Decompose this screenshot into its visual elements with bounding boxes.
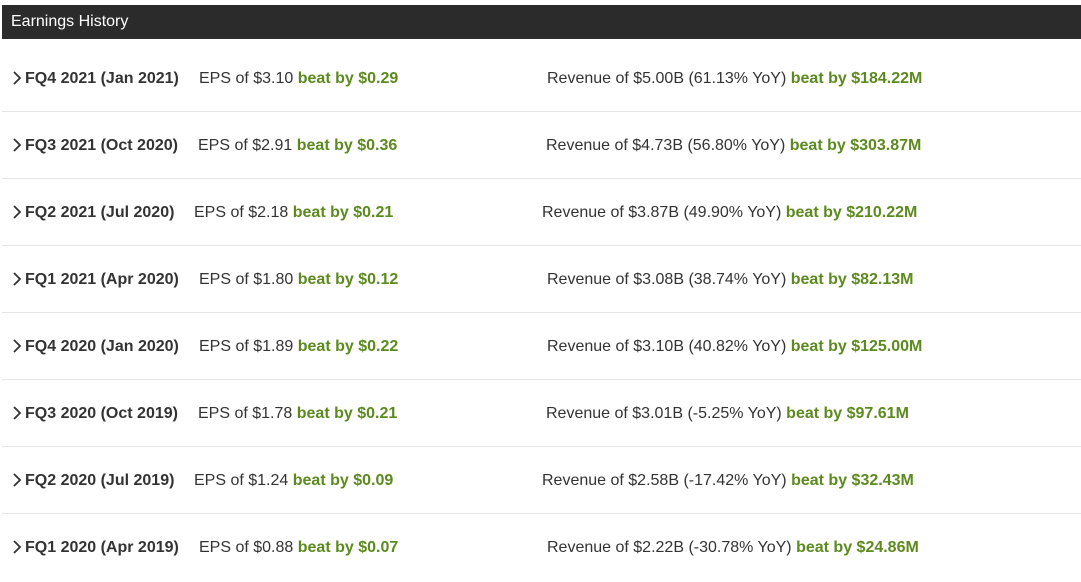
revenue-text: Revenue of $3.10B (40.82% YoY) beat by $… <box>547 338 922 356</box>
eps-value: EPS of $3.10 <box>199 70 294 87</box>
period-label: FQ4 2021 (Jan 2021) <box>25 70 179 87</box>
chevron-right-icon[interactable] <box>10 272 24 286</box>
eps-value: EPS of $1.80 <box>199 271 294 288</box>
eps-text: EPS of $1.78 beat by $0.21 <box>198 405 397 423</box>
eps-beat: beat by $0.07 <box>297 539 399 556</box>
period-label: FQ2 2020 (Jul 2019) <box>25 472 175 489</box>
revenue-value: Revenue of $2.22B (-30.78% YoY) <box>547 539 792 556</box>
panel-header: Earnings History <box>2 5 1081 39</box>
revenue-beat: beat by $303.87M <box>789 137 922 154</box>
revenue-value: Revenue of $3.10B (40.82% YoY) <box>547 338 787 355</box>
eps-text: EPS of $0.88 beat by $0.07 <box>199 539 398 557</box>
eps-value: EPS of $1.24 <box>194 472 289 489</box>
revenue-beat: beat by $125.00M <box>790 338 923 355</box>
earnings-row[interactable]: FQ1 2021 (Apr 2020) EPS of $1.80 beat by… <box>2 246 1081 313</box>
eps-value: EPS of $1.89 <box>199 338 294 355</box>
period-label: FQ1 2021 (Apr 2020) <box>25 271 179 288</box>
eps-beat: beat by $0.21 <box>292 204 394 221</box>
revenue-text: Revenue of $2.58B (-17.42% YoY) beat by … <box>542 472 914 490</box>
chevron-right-icon[interactable] <box>10 473 24 487</box>
eps-text: EPS of $2.91 beat by $0.36 <box>198 137 397 155</box>
earnings-row[interactable]: FQ2 2020 (Jul 2019) EPS of $1.24 beat by… <box>2 447 1081 514</box>
earnings-list: FQ4 2021 (Jan 2021) EPS of $3.10 beat by… <box>2 45 1081 581</box>
eps-beat: beat by $0.12 <box>297 271 399 288</box>
eps-beat: beat by $0.21 <box>296 405 398 422</box>
earnings-row[interactable]: FQ3 2021 (Oct 2020) EPS of $2.91 beat by… <box>2 112 1081 179</box>
chevron-right-icon[interactable] <box>10 205 24 219</box>
eps-text: EPS of $1.24 beat by $0.09 <box>194 472 393 490</box>
eps-beat: beat by $0.29 <box>297 70 399 87</box>
eps-text: EPS of $1.80 beat by $0.12 <box>199 271 398 289</box>
earnings-row[interactable]: FQ3 2020 (Oct 2019) EPS of $1.78 beat by… <box>2 380 1081 447</box>
chevron-right-icon[interactable] <box>10 71 24 85</box>
chevron-right-icon[interactable] <box>10 339 24 353</box>
earnings-row[interactable]: FQ4 2020 (Jan 2020) EPS of $1.89 beat by… <box>2 313 1081 380</box>
eps-text: EPS of $1.89 beat by $0.22 <box>199 338 398 356</box>
eps-beat: beat by $0.36 <box>296 137 398 154</box>
eps-value: EPS of $0.88 <box>199 539 294 556</box>
earnings-row[interactable]: FQ2 2021 (Jul 2020) EPS of $2.18 beat by… <box>2 179 1081 246</box>
eps-text: EPS of $2.18 beat by $0.21 <box>194 204 393 222</box>
period-label: FQ4 2020 (Jan 2020) <box>25 338 179 355</box>
revenue-beat: beat by $32.43M <box>791 472 914 489</box>
chevron-right-icon[interactable] <box>10 406 24 420</box>
eps-text: EPS of $3.10 beat by $0.29 <box>199 70 398 88</box>
eps-beat: beat by $0.09 <box>292 472 394 489</box>
panel-title: Earnings History <box>11 13 129 30</box>
revenue-value: Revenue of $4.73B (56.80% YoY) <box>546 137 786 154</box>
eps-beat: beat by $0.22 <box>297 338 399 355</box>
eps-value: EPS of $1.78 <box>198 405 293 422</box>
period-label: FQ3 2020 (Oct 2019) <box>25 405 178 422</box>
earnings-row[interactable]: FQ1 2020 (Apr 2019) EPS of $0.88 beat by… <box>2 514 1081 581</box>
revenue-text: Revenue of $3.08B (38.74% YoY) beat by $… <box>547 271 913 289</box>
revenue-beat: beat by $210.22M <box>785 204 918 221</box>
period-label: FQ2 2021 (Jul 2020) <box>25 204 175 221</box>
eps-value: EPS of $2.91 <box>198 137 293 154</box>
chevron-right-icon[interactable] <box>10 540 24 554</box>
earnings-history-panel: Earnings History FQ4 2021 (Jan 2021) EPS… <box>2 5 1081 581</box>
revenue-value: Revenue of $3.01B (-5.25% YoY) <box>546 405 782 422</box>
revenue-value: Revenue of $2.58B (-17.42% YoY) <box>542 472 787 489</box>
period-label: FQ3 2021 (Oct 2020) <box>25 137 178 154</box>
revenue-text: Revenue of $3.01B (-5.25% YoY) beat by $… <box>546 405 909 423</box>
eps-value: EPS of $2.18 <box>194 204 289 221</box>
revenue-beat: beat by $24.86M <box>796 539 919 556</box>
revenue-beat: beat by $82.13M <box>790 271 914 288</box>
period-label: FQ1 2020 (Apr 2019) <box>25 539 179 556</box>
revenue-text: Revenue of $4.73B (56.80% YoY) beat by $… <box>546 137 921 155</box>
revenue-value: Revenue of $3.08B (38.74% YoY) <box>547 271 787 288</box>
revenue-value: Revenue of $3.87B (49.90% YoY) <box>542 204 782 221</box>
chevron-right-icon[interactable] <box>10 138 24 152</box>
revenue-text: Revenue of $3.87B (49.90% YoY) beat by $… <box>542 204 917 222</box>
revenue-value: Revenue of $5.00B (61.13% YoY) <box>547 70 787 87</box>
earnings-row[interactable]: FQ4 2021 (Jan 2021) EPS of $3.10 beat by… <box>2 45 1081 112</box>
revenue-beat: beat by $97.61M <box>786 405 909 422</box>
revenue-text: Revenue of $2.22B (-30.78% YoY) beat by … <box>547 539 919 557</box>
revenue-text: Revenue of $5.00B (61.13% YoY) beat by $… <box>547 70 922 88</box>
revenue-beat: beat by $184.22M <box>790 70 923 87</box>
